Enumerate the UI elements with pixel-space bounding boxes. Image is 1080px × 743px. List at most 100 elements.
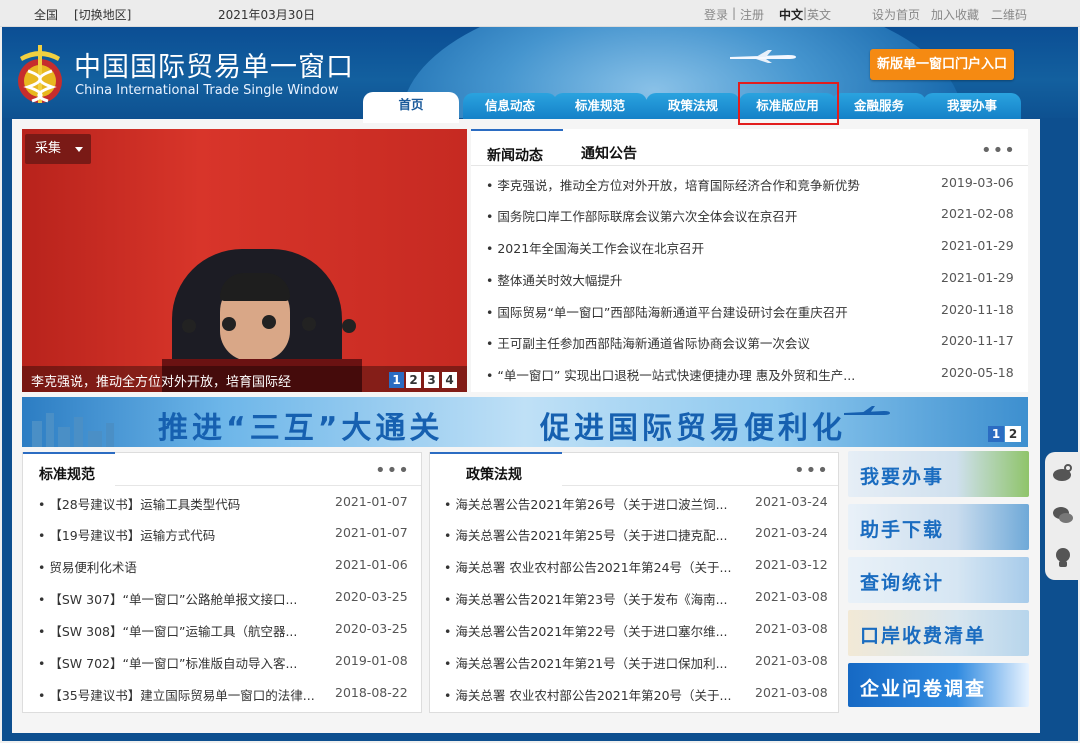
- standard-item[interactable]: • 【35号建议书】建立国际贸易单一窗口的法律...: [38, 685, 315, 704]
- nav-tab-finance[interactable]: 金融服务: [832, 93, 926, 119]
- card-label: 助手下载: [860, 519, 945, 541]
- news-item[interactable]: • 国务院口岸工作部际联席会议第六次全体会议在京召开: [486, 206, 797, 225]
- weibo-icon[interactable]: [1052, 462, 1074, 484]
- more-icon[interactable]: •••: [794, 460, 829, 481]
- skyline: [58, 427, 70, 447]
- microphone-icon: [342, 319, 356, 333]
- skyline: [32, 421, 42, 447]
- switch-region-link[interactable]: [切换地区]: [74, 6, 131, 23]
- wechat-icon[interactable]: [1052, 504, 1074, 526]
- policy-item[interactable]: • 海关总署公告2021年第25号（关于进口捷克配...: [444, 525, 728, 544]
- policy-date: 2021-03-08: [755, 653, 828, 668]
- region-label: 全国: [34, 8, 59, 22]
- standard-date: 2018-08-22: [335, 685, 408, 700]
- slide-page-2[interactable]: 2: [406, 372, 421, 388]
- more-icon[interactable]: •••: [981, 140, 1016, 161]
- card-port-fees[interactable]: 口岸收费清单: [848, 610, 1029, 656]
- banner-slogan-right: 促进国际贸易便利化: [540, 411, 846, 446]
- set-homepage-link[interactable]: 设为首页: [872, 6, 920, 23]
- new-portal-button[interactable]: 新版单一窗口门户入口: [870, 49, 1014, 80]
- card-my-services[interactable]: 我要办事: [848, 451, 1029, 497]
- lang-chinese-link[interactable]: 中文: [779, 6, 803, 23]
- qrcode-link[interactable]: 二维码: [991, 6, 1027, 23]
- policy-item[interactable]: • 海关总署公告2021年第22号（关于进口塞尔维...: [444, 621, 728, 640]
- card-label: 查询统计: [860, 572, 945, 594]
- site-title-en: China International Trade Single Window: [75, 83, 339, 98]
- skyline: [46, 413, 54, 447]
- customer-service-icon[interactable]: [1052, 546, 1074, 568]
- microphone-icon: [222, 317, 236, 331]
- site-title-cn: 中国国际贸易单一窗口: [74, 52, 354, 83]
- standard-item[interactable]: • 【SW 702】“单一窗口”标准版自动导入客...: [38, 653, 297, 672]
- standard-item[interactable]: • 【SW 308】“单一窗口”运输工具（航空器...: [38, 621, 297, 640]
- microphone-icon: [262, 315, 276, 329]
- standards-title[interactable]: 标准规范: [23, 452, 115, 486]
- standard-date: 2020-03-25: [335, 621, 408, 636]
- register-link[interactable]: 注册: [740, 6, 764, 23]
- top-bar: 全国 [切换地区] 2021年03月30日 登录 | 注册 中文 | 英文 设为…: [0, 0, 1080, 27]
- policy-item[interactable]: • 海关总署公告2021年第23号（关于发布《海南...: [444, 589, 728, 608]
- skyline: [88, 431, 102, 447]
- news-panel: [471, 129, 1028, 392]
- standards-panel: [22, 452, 422, 713]
- policies-panel: [429, 452, 839, 713]
- policy-item[interactable]: • 海关总署公告2021年第21号（关于进口保加利...: [444, 653, 728, 672]
- policy-date: 2021-03-24: [755, 525, 828, 540]
- lang-english-link[interactable]: 英文: [807, 6, 831, 23]
- news-item[interactable]: • 李克强说，推动全方位对外开放，培育国际经济合作和竞争新优势: [486, 175, 860, 194]
- bookmark-link[interactable]: 加入收藏: [931, 6, 979, 23]
- slide-page-4[interactable]: 4: [442, 372, 457, 388]
- policy-item[interactable]: • 海关总署 农业农村部公告2021年第24号（关于...: [444, 557, 731, 576]
- news-item[interactable]: • 整体通关时效大幅提升: [486, 270, 622, 289]
- news-date: 2021-02-08: [941, 206, 1014, 221]
- card-enterprise-survey[interactable]: 企业问卷调查: [848, 663, 1029, 707]
- highlight-box: [738, 82, 839, 125]
- card-query-stats[interactable]: 查询统计: [848, 557, 1029, 603]
- microphone-icon: [302, 317, 316, 331]
- slide-page-1[interactable]: 1: [389, 372, 404, 388]
- news-item[interactable]: • 王可副主任参加西部陆海新通道省际协商会议第一次会议: [486, 333, 810, 352]
- airplane-icon: [730, 50, 796, 63]
- login-link[interactable]: 登录: [704, 6, 728, 23]
- news-date: 2020-05-18: [941, 365, 1014, 380]
- promo-banner[interactable]: 推进“三互”大通关 促进国际贸易便利化: [22, 397, 1028, 447]
- social-float-bar: [1045, 452, 1080, 580]
- news-item[interactable]: • “单一窗口” 实现出口退税一站式快速便捷办理 惠及外贸和生产...: [486, 365, 855, 384]
- nav-tab-home[interactable]: 首页: [363, 92, 459, 123]
- collect-button[interactable]: 采集: [25, 134, 91, 164]
- card-download-assistant[interactable]: 助手下载: [848, 504, 1029, 550]
- banner-slogan-left: 推进“三互”大通关: [158, 411, 444, 446]
- nav-tab-services[interactable]: 我要办事: [923, 93, 1021, 119]
- policy-date: 2021-03-24: [755, 494, 828, 509]
- standard-item[interactable]: • 【19号建议书】运输方式代码: [38, 525, 215, 544]
- standard-item[interactable]: • 【28号建议书】运输工具类型代码: [38, 494, 240, 513]
- airplane-icon: [844, 406, 890, 415]
- news-slideshow[interactable]: [22, 129, 467, 392]
- policy-item[interactable]: • 海关总署公告2021年第26号（关于进口波兰饲...: [444, 494, 728, 513]
- news-item[interactable]: • 国际贸易“单一窗口”西部陆海新通道平台建设研讨会在重庆召开: [486, 302, 848, 321]
- banner-page-2[interactable]: 2: [1005, 426, 1021, 442]
- news-date: 2020-11-17: [941, 333, 1014, 348]
- slide-page-3[interactable]: 3: [424, 372, 439, 388]
- current-date: 2021年03月30日: [218, 8, 316, 22]
- skyline: [74, 417, 83, 447]
- nav-tab-policies[interactable]: 政策法规: [646, 93, 740, 119]
- nav-tab-standards[interactable]: 标准规范: [553, 93, 647, 119]
- separator: |: [732, 6, 737, 20]
- news-date: 2021-01-29: [941, 270, 1014, 285]
- microphone-icon: [182, 319, 196, 333]
- policy-date: 2021-03-12: [755, 557, 828, 572]
- news-item[interactable]: • 2021年全国海关工作会议在北京召开: [486, 238, 704, 257]
- collect-label: 采集: [35, 141, 62, 156]
- more-icon[interactable]: •••: [375, 460, 410, 481]
- banner-page-1[interactable]: 1: [988, 426, 1004, 442]
- card-label: 口岸收费清单: [860, 625, 987, 647]
- tab-news[interactable]: 新闻动态: [471, 129, 563, 166]
- policies-title[interactable]: 政策法规: [430, 452, 562, 486]
- card-label: 我要办事: [860, 466, 945, 488]
- standard-item[interactable]: • 【SW 307】“单一窗口”公路舱单报文接口...: [38, 589, 297, 608]
- policy-item[interactable]: • 海关总署 农业农村部公告2021年第20号（关于...: [444, 685, 731, 704]
- nav-tab-news[interactable]: 信息动态: [463, 93, 557, 119]
- tab-notices[interactable]: 通知公告: [581, 143, 637, 163]
- standard-item[interactable]: • 贸易便利化术语: [38, 557, 137, 576]
